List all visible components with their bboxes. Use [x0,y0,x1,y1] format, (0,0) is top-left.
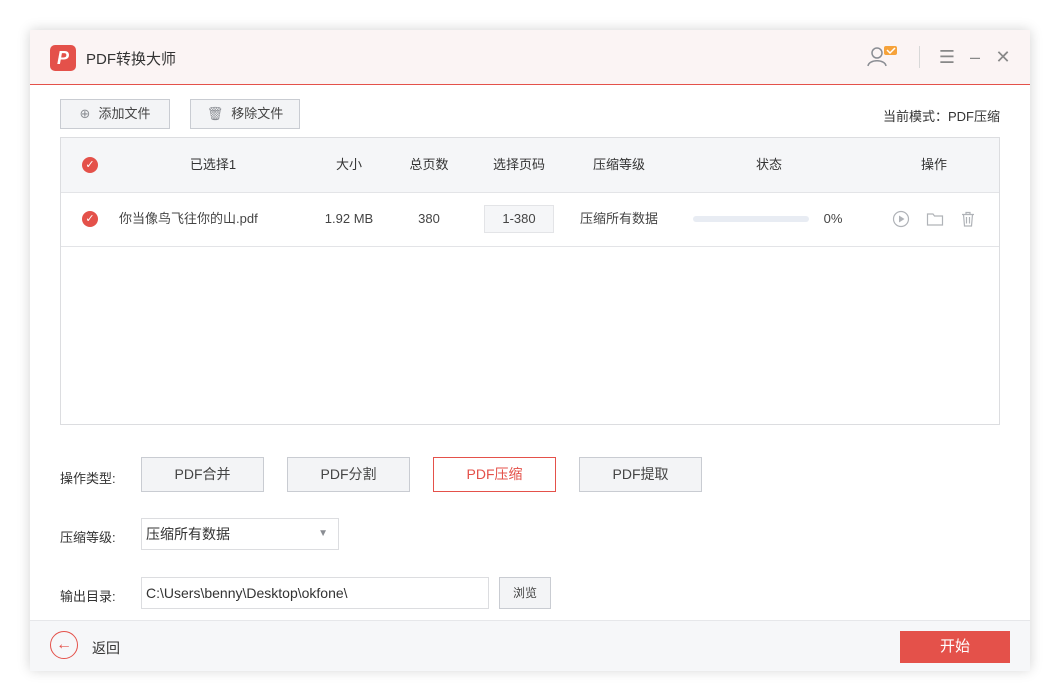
play-icon[interactable] [892,210,910,228]
header-size: 大小 [335,157,362,172]
select-all-check-icon[interactable]: ✓ [82,157,98,173]
compression-level-cell: 压缩所有数据 [579,211,658,226]
app-window: P PDF转换大师 ☰ – ✕ ⊕ 添加文件 🗑 移除文件 当前模式：PDF压缩 ✓… [30,30,1030,671]
header-compression: 压缩等级 [592,157,645,172]
trash-icon: 🗑 [206,106,224,121]
dropdown-arrow-icon: ▼ [318,528,328,539]
current-mode-text: 当前模式：PDF压缩 [882,109,1000,124]
remove-file-button[interactable]: 🗑 移除文件 [190,99,300,129]
remove-file-label: 移除文件 [231,106,284,121]
table-header: ✓ 已选择1 大小 总页数 选择页码 压缩等级 状态 操作 [61,138,999,193]
header-status: 状态 [755,157,782,172]
header-actions: 操作 [920,157,947,172]
add-circle-icon: ⊕ [79,106,91,121]
page-range-input[interactable]: 1-380 [484,205,554,233]
pdf-merge-button[interactable]: PDF合并 [141,457,264,492]
add-file-button[interactable]: ⊕ 添加文件 [60,99,170,129]
compression-level-select[interactable]: 压缩所有数据 ▼ [141,518,339,550]
start-button[interactable]: 开始 [900,631,1010,663]
user-badge-icon[interactable] [864,44,900,70]
file-pages: 380 [418,211,440,226]
app-logo: P [50,45,76,71]
output-dir-label: 输出目录: [60,589,116,604]
progress-bar [693,216,809,222]
header-selected: 已选择1 [189,157,237,172]
delete-icon[interactable] [959,210,977,228]
progress-text: 0% [823,211,843,226]
file-size: 1.92 MB [324,211,374,226]
pdf-compress-button[interactable]: PDF压缩 [433,457,556,492]
folder-icon[interactable] [926,210,944,228]
menu-icon[interactable]: ☰ [936,44,958,70]
compression-level-label: 压缩等级: [60,530,116,545]
header-pages: 总页数 [409,157,449,172]
title-bar: P PDF转换大师 ☰ – ✕ [30,30,1030,85]
table-row: ✓ 你当像鸟飞往你的山.pdf 1.92 MB 380 1-380 压缩所有数据… [61,192,999,247]
footer-bar: ← 返回 开始 [30,620,1030,671]
operation-type-label: 操作类型: [60,471,116,486]
header-page-range: 选择页码 [492,157,545,172]
pdf-split-button[interactable]: PDF分割 [287,457,410,492]
close-icon[interactable]: ✕ [992,44,1014,70]
title-separator [919,46,920,68]
add-file-label: 添加文件 [98,106,151,121]
output-path-input[interactable] [141,577,489,609]
compression-level-value: 压缩所有数据 [146,526,230,542]
row-check-icon[interactable]: ✓ [82,211,98,227]
back-button[interactable]: 返回 [92,638,120,658]
file-table: ✓ 已选择1 大小 总页数 选择页码 压缩等级 状态 操作 ✓ 你当像鸟飞往你的… [60,137,1000,425]
back-arrow-icon[interactable]: ← [50,631,78,659]
browse-button[interactable]: 浏览 [499,577,551,609]
app-title: PDF转换大师 [86,51,177,68]
file-name: 你当像鸟飞往你的山.pdf [119,211,258,226]
pdf-extract-button[interactable]: PDF提取 [579,457,702,492]
minimize-icon[interactable]: – [964,44,986,70]
